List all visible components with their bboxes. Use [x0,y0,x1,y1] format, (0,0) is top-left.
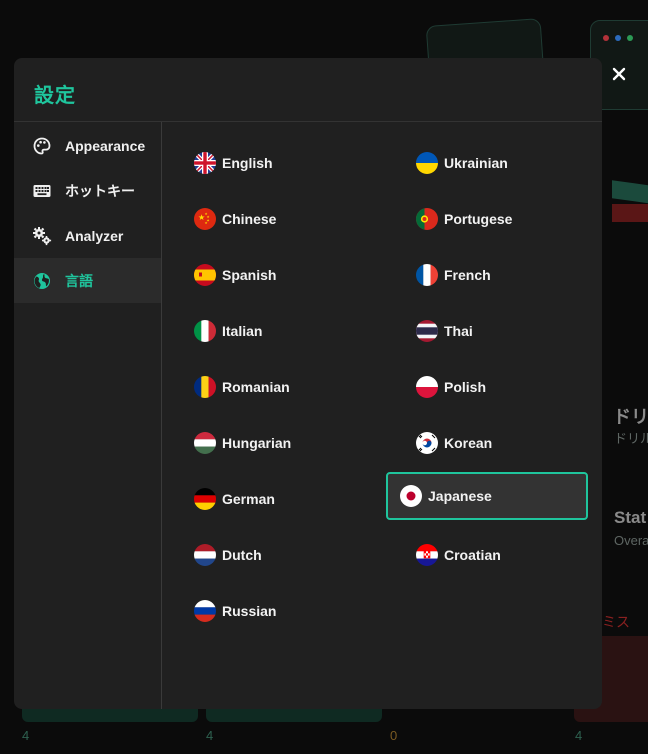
spain-flag-icon [194,264,216,286]
language-label: Russian [222,603,277,619]
language-label: German [222,491,275,507]
sidebar-item-language[interactable]: 言語 [14,258,161,303]
germany-flag-icon [194,488,216,510]
language-list: English ★ ★ ★ ★ ★ Chinese Spanish Italia… [163,122,602,709]
sidebar-item-appearance[interactable]: Appearance [14,123,161,168]
language-label: Thai [444,323,473,339]
background-number: 4 [575,728,583,743]
sidebar-item-hotkeys[interactable]: ホットキー [14,168,161,213]
sidebar-item-label: ホットキー [65,182,135,199]
language-option-chinese[interactable]: ★ ★ ★ ★ ★ Chinese [163,195,365,243]
background-number: 4 [206,728,214,743]
netherlands-flag-icon [194,544,216,566]
close-button[interactable] [607,62,631,86]
background-shape [612,204,648,222]
uk-flag-icon [194,152,216,174]
poland-flag-icon [416,376,438,398]
sidebar-item-label: 言語 [65,272,93,289]
language-option-ukrainian[interactable]: Ukrainian [385,139,587,187]
modal-body: Appearance ホットキー Analyzer 言語 English ★ ★… [14,122,602,709]
palette-icon [32,136,52,156]
language-option-japanese[interactable]: Japanese [386,472,588,520]
globe-icon [32,271,52,291]
language-label: Korean [444,435,493,451]
background-shape [612,180,648,204]
korea-flag-icon [416,432,438,454]
language-option-croatian[interactable]: Croatian [385,531,587,579]
modal-header: 設定 [14,58,602,122]
language-label: Chinese [222,211,277,227]
language-label: English [222,155,273,171]
close-icon [612,67,626,81]
language-label: Japanese [428,488,492,504]
italy-flag-icon [194,320,216,342]
language-label: Ukrainian [444,155,508,171]
language-option-spanish[interactable]: Spanish [163,251,365,299]
language-label: Spanish [222,267,277,283]
language-label: Polish [444,379,487,395]
language-option-portugese[interactable]: Portugese [385,195,587,243]
russia-flag-icon [194,600,216,622]
language-option-polish[interactable]: Polish [385,363,587,411]
language-label: Croatian [444,547,501,563]
language-option-french[interactable]: French [385,251,587,299]
language-option-hungarian[interactable]: Hungarian [163,419,365,467]
ukraine-flag-icon [416,152,438,174]
language-option-dutch[interactable]: Dutch [163,531,365,579]
modal-title: 設定 [34,85,76,107]
language-label: Italian [222,323,263,339]
background-number: 0 [390,728,398,743]
sidebar-item-label: Appearance [65,137,146,154]
background-stat-subtitle: Overa [614,533,648,548]
language-option-italian[interactable]: Italian [163,307,365,355]
language-label: Dutch [222,547,262,563]
background-stat-title: Stat [614,508,647,527]
portugal-flag-icon [416,208,438,230]
france-flag-icon [416,264,438,286]
croatia-flag-icon [416,544,438,566]
language-option-german[interactable]: German [163,475,365,523]
background-number: 4 [22,728,30,743]
settings-sidebar: Appearance ホットキー Analyzer 言語 [14,122,162,709]
background-subtitle: ドリル [614,431,648,446]
language-option-english[interactable]: English [163,139,365,187]
svg-text:★: ★ [205,221,208,225]
language-label: Hungarian [222,435,292,451]
gears-icon [32,226,52,246]
sidebar-item-label: Analyzer [65,227,124,244]
sidebar-item-analyzer[interactable]: Analyzer [14,213,161,258]
china-flag-icon: ★ ★ ★ ★ ★ [194,208,216,230]
language-label: Portugese [444,211,513,227]
japan-flag-icon [400,485,422,507]
language-option-korean[interactable]: Korean [385,419,587,467]
background-title: ドリ [613,407,648,427]
keyboard-icon [32,181,52,201]
language-option-russian[interactable]: Russian [163,587,365,635]
romania-flag-icon [194,376,216,398]
language-option-thai[interactable]: Thai [385,307,587,355]
language-label: Romanian [222,379,290,395]
hungary-flag-icon [194,432,216,454]
settings-modal: 設定 Appearance ホットキー Analyzer 言語 English … [14,58,602,709]
background-miss-label: ミス [602,614,630,630]
language-label: French [444,267,491,283]
thailand-flag-icon [416,320,438,342]
language-option-romanian[interactable]: Romanian [163,363,365,411]
